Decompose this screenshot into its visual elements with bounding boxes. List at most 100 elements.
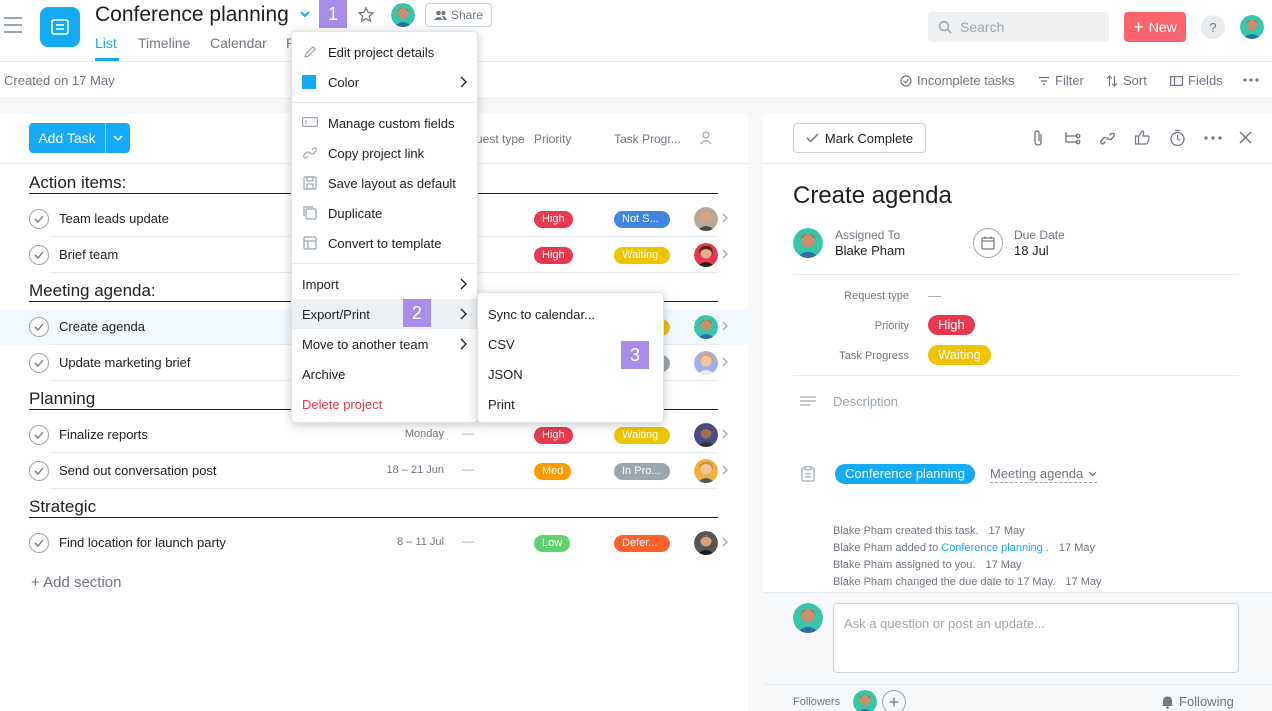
timer-icon[interactable] [1169,129,1186,147]
assignee-column-icon[interactable] [700,131,712,145]
priority-badge[interactable]: Med [534,463,572,480]
menu-archive[interactable]: Archive [292,359,477,389]
complete-checkbox[interactable] [29,245,49,265]
chevron-right-icon[interactable] [722,357,728,367]
task-title[interactable]: Create agenda [793,182,952,210]
share-button[interactable]: Share [425,3,492,27]
due-date-value[interactable]: 18 Jul [1014,243,1049,258]
menu-export-print[interactable]: Export/Print [292,299,477,329]
request-type-empty[interactable]: — [462,534,474,548]
due-date[interactable]: Monday [364,428,444,440]
link-icon[interactable] [1099,130,1116,147]
chevron-right-icon[interactable] [722,249,728,259]
priority-badge[interactable]: High [534,247,573,264]
add-task-dropdown[interactable] [105,123,130,153]
mark-complete-button[interactable]: Mark Complete [793,123,926,153]
attachment-icon[interactable] [1031,129,1045,147]
complete-checkbox[interactable] [29,209,49,229]
task-name[interactable]: Team leads update [59,211,169,226]
add-follower-icon[interactable] [882,690,906,711]
task-name[interactable]: Brief team [59,247,118,262]
activity-user[interactable]: Blake Pham [833,559,892,571]
more-options-icon[interactable] [1204,136,1222,140]
help-button[interactable]: ? [1201,15,1225,39]
progress-badge[interactable]: Waiting [614,427,670,444]
section-dropdown[interactable]: Meeting agenda [990,466,1098,483]
section-strategic[interactable]: Strategic [29,497,96,517]
task-name[interactable]: Finalize reports [59,427,148,442]
table-row[interactable]: Find location for launch party 8 – 11 Ju… [0,525,748,561]
menu-move-to-another-team[interactable]: Move to another team [292,329,477,359]
subtask-icon[interactable] [1064,130,1081,146]
menu-convert-to-template[interactable]: Convert to template [292,228,477,258]
hamburger-menu-icon[interactable] [4,17,22,38]
progress-badge[interactable]: Waiting [928,345,991,365]
menu-save-layout-as-default[interactable]: Save layout as default [292,168,477,198]
search-input[interactable]: Search [928,12,1109,42]
priority-badge[interactable]: Low [534,535,571,552]
member-avatar[interactable] [391,3,415,27]
complete-checkbox[interactable] [29,317,49,337]
menu-sync-to-calendar[interactable]: Sync to calendar... [478,299,663,329]
tab-timeline[interactable]: Timeline [138,35,190,51]
chevron-right-icon[interactable] [722,465,728,475]
progress-badge[interactable]: Not S... [614,211,670,228]
tab-calendar[interactable]: Calendar [210,35,267,51]
menu-manage-custom-fields[interactable]: Manage custom fields [292,108,477,138]
priority-badge[interactable]: High [534,427,573,444]
menu-delete-project[interactable]: Delete project [292,389,477,419]
menu-color[interactable]: Color [292,67,477,97]
complete-checkbox[interactable] [29,353,49,373]
menu-import[interactable]: Import [292,269,477,299]
request-type-value[interactable]: — [928,288,941,303]
section-meeting-agenda[interactable]: Meeting agenda: [29,281,156,301]
incomplete-tasks-filter[interactable]: Incomplete tasks [900,73,1015,88]
description-field[interactable]: Description [833,394,898,409]
activity-user[interactable]: Blake Pham [833,525,892,537]
tab-list[interactable]: List [95,35,117,51]
filter-button[interactable]: Filter [1038,73,1084,88]
assignee-name[interactable]: Blake Pham [835,243,905,258]
priority-badge[interactable]: High [534,211,573,228]
activity-user[interactable]: Blake Pham [833,542,892,554]
menu-print[interactable]: Print [478,389,663,419]
calendar-icon[interactable] [973,228,1003,258]
star-icon[interactable] [357,6,375,24]
chevron-right-icon[interactable] [722,429,728,439]
progress-badge[interactable]: In Pro... [614,463,670,480]
assignee-avatar[interactable] [694,459,718,483]
task-name[interactable]: Send out conversation post [59,463,217,478]
progress-badge[interactable]: Waiting [614,247,670,264]
table-row[interactable]: Send out conversation post 18 – 21 Jun —… [0,453,748,489]
menu-duplicate[interactable]: Duplicate [292,198,477,228]
request-type-empty[interactable]: — [462,462,474,476]
more-options-icon[interactable] [1243,78,1259,82]
task-name[interactable]: Update marketing brief [59,355,191,370]
user-avatar[interactable] [1240,15,1264,39]
due-date[interactable]: 18 – 21 Jun [364,464,445,476]
fields-button[interactable]: Fields [1170,73,1223,88]
close-icon[interactable] [1239,131,1252,144]
follower-avatar[interactable] [853,690,877,711]
activity-user[interactable]: Blake Pham [833,576,892,588]
assignee-avatar[interactable] [694,243,718,267]
project-tag[interactable]: Conference planning [835,464,975,484]
complete-checkbox[interactable] [29,533,49,553]
due-date[interactable]: 8 – 11 Jul [364,536,444,548]
assignee-avatar[interactable] [694,351,718,375]
assignee-avatar[interactable] [694,315,718,339]
menu-copy-project-link[interactable]: Copy project link [292,138,477,168]
chevron-right-icon[interactable] [722,213,728,223]
section-planning[interactable]: Planning [29,389,95,409]
column-priority[interactable]: Priority [534,132,571,146]
menu-edit-project-details[interactable]: Edit project details [292,37,477,67]
following-button[interactable]: Following [1161,694,1234,709]
task-name[interactable]: Create agenda [59,319,145,334]
assignee-avatar[interactable] [694,423,718,447]
like-icon[interactable] [1134,129,1151,146]
column-task-progress[interactable]: Task Progr... [614,132,681,146]
column-request-type[interactable]: uest type [476,132,525,146]
add-task-button[interactable]: Add Task [29,123,130,153]
assignee-avatar[interactable] [694,531,718,555]
chevron-right-icon[interactable] [722,537,728,547]
